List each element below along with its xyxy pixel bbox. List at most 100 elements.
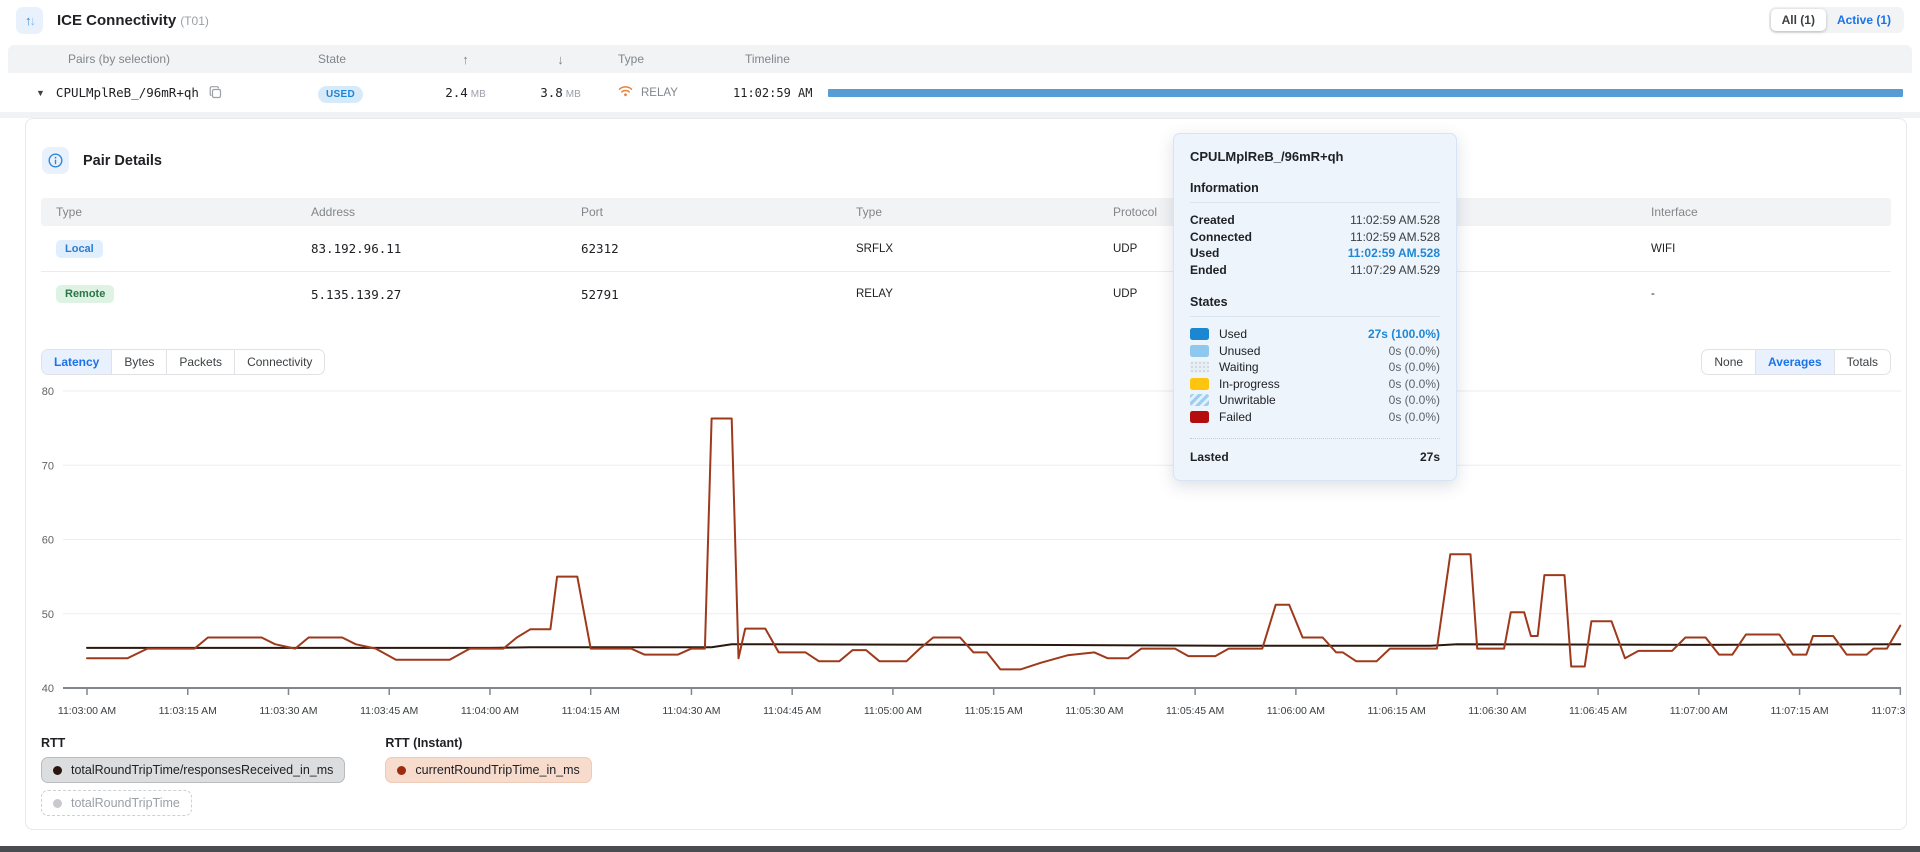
x-tick-label: 11:03:45 AM — [360, 705, 418, 717]
popup-lasted-row: Lasted 27s — [1190, 449, 1440, 466]
filter-tabs: All (1)Active (1) — [1769, 7, 1904, 33]
details-port: 52791 — [581, 287, 856, 302]
bottom-screen-edge — [0, 846, 1920, 852]
legend-chip[interactable]: currentRoundTripTime_in_ms — [385, 757, 591, 783]
pair-name-cell: ▼ CPULMplReB_/96mR+qh — [36, 85, 306, 100]
state-swatch-failed — [1190, 411, 1209, 423]
popup-state-label: Unwritable — [1219, 392, 1276, 409]
pair-download-cell: 3.8MB — [513, 85, 608, 100]
state-badge: USED — [318, 86, 363, 103]
tab-packets[interactable]: Packets — [166, 350, 234, 374]
details-port: 62312 — [581, 241, 856, 256]
details-interface: WIFI — [1651, 243, 1891, 255]
y-tick-label: 60 — [42, 535, 54, 547]
timeline-start-time: 11:02:59 AM — [733, 86, 812, 100]
details-row-local: Local83.192.96.1162312SRFLXUDPWIFI — [41, 226, 1891, 271]
pair-row[interactable]: ▼ CPULMplReB_/96mR+qh USED 2.4MB 3.8MB R… — [8, 73, 1912, 112]
state-swatch-unused — [1190, 345, 1209, 357]
x-tick-label: 11:06:30 AM — [1468, 705, 1526, 717]
series-currentRoundTripTime_in_ms — [87, 419, 1900, 670]
x-tick-label: 11:05:30 AM — [1065, 705, 1123, 717]
details-address: 5.135.139.27 — [311, 287, 581, 302]
popup-information-rows: Created11:02:59 AM.528Connected11:02:59 … — [1190, 212, 1440, 278]
tab-connectivity[interactable]: Connectivity — [234, 350, 324, 374]
popup-state-label: Used — [1219, 326, 1247, 343]
kind-badge: Local — [56, 240, 103, 258]
legend-chip[interactable]: totalRoundTripTime — [41, 790, 192, 816]
copy-icon[interactable] — [209, 86, 222, 99]
pair-name: CPULMplReB_/96mR+qh — [56, 85, 199, 100]
details-header-col-3: Type — [856, 205, 1113, 219]
pairs-header-col-timeline: Timeline — [728, 52, 1912, 66]
pairs-header-col-pairs: Pairs (by selection) — [36, 52, 306, 66]
legend-group-label: RTT — [41, 736, 345, 750]
details-candidate-type: SRFLX — [856, 243, 1113, 255]
x-tick-label: 11:06:15 AM — [1368, 705, 1426, 717]
download-value: 3.8 — [540, 85, 563, 100]
popup-state-row-in-progress: In-progress0s (0.0%) — [1190, 376, 1440, 393]
legend-dot — [397, 766, 406, 775]
x-tick-label: 11:06:00 AM — [1267, 705, 1325, 717]
legend-dot — [53, 799, 62, 808]
tab-bytes[interactable]: Bytes — [111, 350, 166, 374]
details-header-col-2: Port — [581, 205, 856, 219]
popup-state-label: Waiting — [1219, 359, 1259, 376]
chart-tabs: LatencyBytesPacketsConnectivity — [41, 349, 325, 375]
view-totals[interactable]: Totals — [1834, 350, 1890, 374]
x-tick-label: 11:05:15 AM — [965, 705, 1023, 717]
view-averages[interactable]: Averages — [1755, 350, 1834, 374]
legend-group-0: RTT totalRoundTripTime/responsesReceived_… — [41, 736, 345, 816]
upload-value: 2.4 — [445, 85, 468, 100]
popup-info-value: 11:07:29 AM.529 — [1350, 262, 1440, 279]
popup-state-value: 0s (0.0%) — [1389, 376, 1440, 393]
popup-title: CPULMplReB_/96mR+qh — [1190, 149, 1440, 164]
popup-info-label: Used — [1190, 245, 1219, 262]
legend-group-1: RTT (Instant) currentRoundTripTime_in_ms — [385, 736, 591, 783]
download-unit: MB — [566, 89, 581, 100]
filter-tab-active[interactable]: Active (1) — [1826, 9, 1902, 31]
card-title: Pair Details — [83, 153, 162, 169]
y-tick-label: 80 — [42, 386, 54, 398]
x-tick-label: 11:03:30 AM — [259, 705, 317, 717]
popup-dotted-divider — [1190, 438, 1440, 439]
pair-type-cell: RELAY — [608, 85, 728, 100]
expand-caret-icon[interactable]: ▼ — [36, 88, 45, 98]
popup-info-value: 11:02:59 AM.528 — [1350, 212, 1440, 229]
popup-info-value: 11:02:59 AM.528 — [1348, 245, 1440, 262]
x-tick-label: 11:05:45 AM — [1166, 705, 1224, 717]
details-kind-cell: Local — [56, 240, 311, 258]
pair-info-popup: CPULMplReB_/96mR+qh Information Created1… — [1173, 133, 1457, 481]
filter-tab-all[interactable]: All (1) — [1771, 9, 1826, 31]
popup-state-value: 0s (0.0%) — [1389, 409, 1440, 426]
timeline-bar[interactable] — [828, 89, 1903, 97]
pairs-header-col-upload-arrow: ↑ — [418, 52, 513, 67]
popup-divider — [1190, 202, 1440, 203]
info-icon[interactable] — [42, 147, 69, 174]
legend-chip-label: totalRoundTripTime/responsesReceived_in_… — [71, 763, 333, 777]
popup-info-label: Ended — [1190, 262, 1227, 279]
page-title: ICE Connectivity(T01) — [57, 12, 209, 29]
popup-state-row-unwritable: Unwritable0s (0.0%) — [1190, 392, 1440, 409]
kind-badge: Remote — [56, 285, 114, 303]
legend-group-label: RTT (Instant) — [385, 736, 591, 750]
pairs-table-header: Pairs (by selection)State↑↓TypeTimeline — [8, 45, 1912, 73]
page-background-strip — [0, 831, 1920, 846]
wifi-icon — [618, 85, 633, 100]
lasted-label: Lasted — [1190, 449, 1229, 466]
details-header-col-5: Interface — [1651, 205, 1891, 219]
popup-information-heading: Information — [1190, 181, 1440, 195]
legend-chip-label: currentRoundTripTime_in_ms — [415, 763, 579, 777]
popup-states-heading: States — [1190, 295, 1440, 309]
x-tick-label: 11:07:00 AM — [1670, 705, 1728, 717]
x-tick-label: 11:03:00 AM — [58, 705, 116, 717]
tab-latency[interactable]: Latency — [42, 350, 111, 374]
sort-icon[interactable]: ↑↓ — [16, 7, 43, 34]
pair-upload-cell: 2.4MB — [418, 85, 513, 100]
chart-toolbar: LatencyBytesPacketsConnectivity NoneAver… — [41, 349, 1891, 375]
view-none[interactable]: None — [1702, 350, 1755, 374]
legend-chip[interactable]: totalRoundTripTime/responsesReceived_in_… — [41, 757, 345, 783]
popup-info-row-used: Used 11:02:59 AM.528 — [1190, 245, 1440, 262]
details-kind-cell: Remote — [56, 285, 311, 303]
state-swatch-unwritable — [1190, 394, 1209, 406]
details-candidate-type: RELAY — [856, 288, 1113, 300]
